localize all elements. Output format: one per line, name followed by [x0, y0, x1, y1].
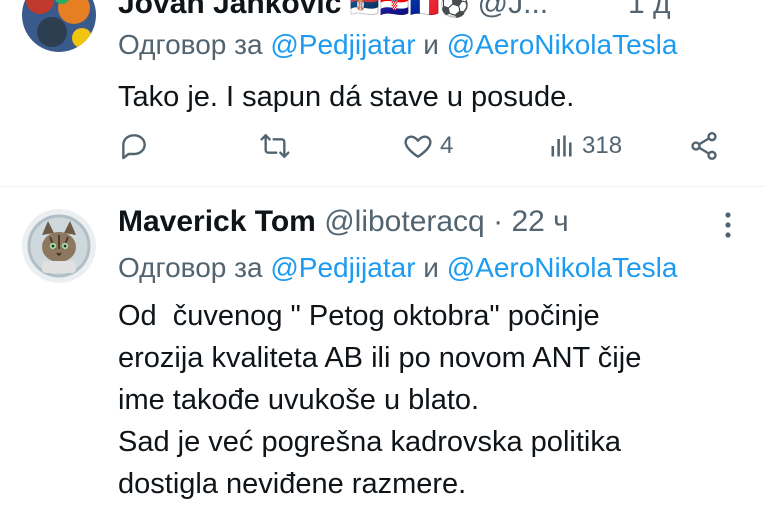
more-options-button[interactable] — [718, 209, 738, 246]
views-count: 318 — [582, 132, 623, 159]
user-handle[interactable]: @J... — [478, 0, 548, 20]
reply-conjunction: и — [423, 252, 439, 283]
reply-prefix: Одговор за — [118, 29, 263, 60]
avatar-image — [22, 0, 96, 52]
reply-prefix: Одговор за — [118, 252, 263, 283]
heart-icon — [404, 135, 432, 158]
like-button[interactable]: 4 — [402, 126, 453, 166]
share-icon — [691, 132, 717, 160]
views-button[interactable]: 318 — [548, 126, 622, 166]
reply-context: Одговор за @Pedjijatar и @AeroNikolaTesl… — [118, 28, 677, 62]
mention-link[interactable]: @Pedjijatar — [270, 29, 415, 60]
share-button[interactable] — [688, 126, 720, 166]
avatar[interactable] — [22, 0, 96, 52]
display-name[interactable]: Maverick Tom — [118, 205, 316, 238]
retweet-icon — [260, 134, 290, 158]
more-dots-icon — [725, 212, 731, 238]
cat-astronaut-avatar-image — [22, 209, 96, 283]
timestamp[interactable]: 22 ч — [511, 205, 568, 238]
reply-button[interactable] — [118, 126, 150, 166]
tweet-text-line: Sad je već pogrešna kadrovska politika — [118, 426, 621, 458]
avatar[interactable] — [22, 209, 96, 283]
reply-context: Одговор за @Pedjijatar и @AeroNikolaTesl… — [118, 251, 677, 285]
reply-icon — [122, 134, 146, 160]
mention-link[interactable]: @AeroNikolaTesla — [447, 29, 678, 60]
tweet-text-line: dostigla neviđene razmere. — [118, 468, 467, 500]
tweet-text: Od čuvenog " Petog oktobra" počinje eroz… — [118, 295, 641, 505]
tweet-card[interactable]: Jovan Janković 🇷🇸🇭🇷🇫🇷⚽ @J... 1 д Одговор… — [0, 0, 765, 186]
views-chart-icon — [551, 135, 572, 157]
separator-dot: · — [493, 205, 504, 238]
tweet-card[interactable]: Maverick Tom @liboteracq · 22 ч Одговор … — [0, 187, 765, 510]
like-count: 4 — [440, 132, 454, 159]
retweet-button[interactable] — [258, 126, 292, 166]
mention-link[interactable]: @AeroNikolaTesla — [447, 252, 678, 283]
tweet-text-line: Tako je. I sapun dá stave u posude. — [118, 81, 575, 113]
action-bar: 4 318 — [118, 126, 728, 166]
flag-emojis: 🇷🇸🇭🇷🇫🇷⚽ — [349, 0, 470, 19]
tweet-time[interactable]: 1 д — [628, 0, 671, 22]
tweet-text-line: ime takođe uvukoše u blato. — [118, 384, 480, 416]
timestamp[interactable]: 1 д — [628, 0, 671, 20]
reply-conjunction: и — [423, 29, 439, 60]
display-name[interactable]: Jovan Janković — [118, 0, 341, 20]
tweet-text: Tako je. I sapun dá stave u posude. — [118, 76, 574, 118]
user-handle[interactable]: @liboteracq — [324, 205, 485, 238]
tweet-header: Maverick Tom @liboteracq · 22 ч — [118, 204, 569, 240]
tweet-text-line: Od čuvenog " Petog oktobra" počinje — [118, 300, 600, 332]
tweet-header: Jovan Janković 🇷🇸🇭🇷🇫🇷⚽ @J... — [118, 0, 548, 24]
tweet-text-line: erozija kvaliteta AB ili po novom ANT či… — [118, 342, 642, 374]
mention-link[interactable]: @Pedjijatar — [270, 252, 415, 283]
